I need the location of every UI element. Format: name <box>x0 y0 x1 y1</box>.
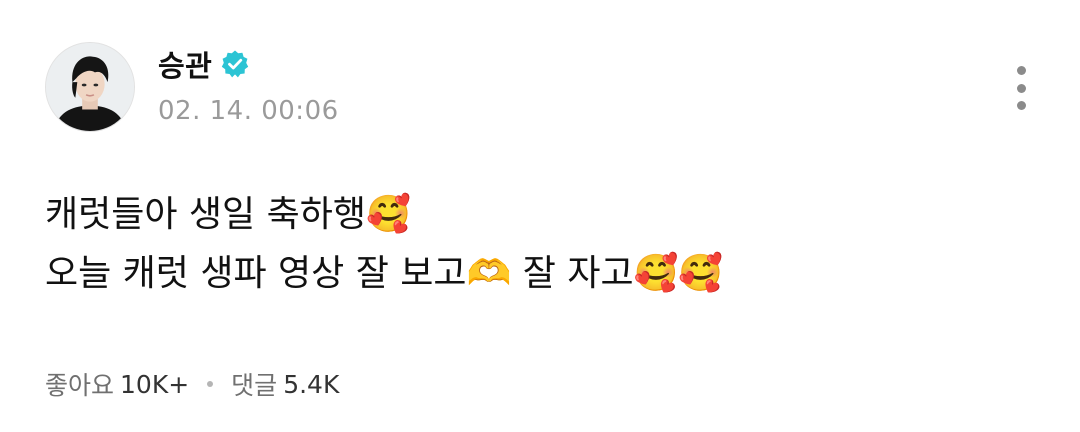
likes-label[interactable]: 좋아요 <box>45 366 114 402</box>
post-content-line: 오늘 캐럿 생파 영상 잘 보고🫶 잘 자고🥰🥰 <box>45 253 724 294</box>
post-stats: 좋아요 10K+ 댓글 5.4K <box>45 366 339 402</box>
more-vertical-icon <box>1016 66 1026 75</box>
comments-count[interactable]: 5.4K <box>283 370 339 399</box>
more-vertical-icon-dot <box>1016 83 1026 93</box>
more-options-button[interactable] <box>1005 62 1037 114</box>
post-timestamp: 02. 14. 00:06 <box>158 96 339 126</box>
post-content-line: 캐럿들아 생일 축하행🥰 <box>45 194 411 235</box>
author-row: 승관 <box>158 44 250 84</box>
more-vertical-icon-dot <box>1016 101 1026 110</box>
post-content: 캐럿들아 생일 축하행🥰 오늘 캐럿 생파 영상 잘 보고🫶 잘 자고🥰🥰 <box>45 185 1005 303</box>
likes-count[interactable]: 10K+ <box>120 370 189 399</box>
post-card: 승관 02. 14. 00:06 캐럿들아 생일 축하행🥰 오늘 캐럿 생파 영… <box>0 0 1080 432</box>
author-name[interactable]: 승관 <box>158 43 212 85</box>
profile-photo-icon <box>46 43 134 131</box>
verified-badge-icon <box>222 50 249 78</box>
avatar[interactable] <box>45 42 135 132</box>
separator-dot <box>207 381 214 387</box>
comments-label[interactable]: 댓글 <box>231 366 277 402</box>
